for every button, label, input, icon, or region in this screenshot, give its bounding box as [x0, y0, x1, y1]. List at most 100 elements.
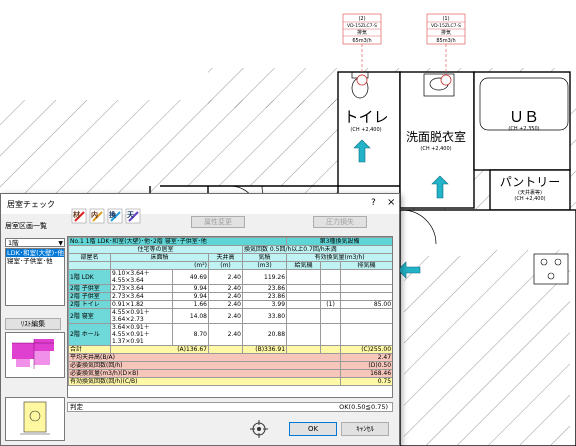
table-row: 2階 トイレ 0.91×1.82 1.66 2.40 3.99 (1) 85.00 [68, 300, 392, 309]
summary-value: 0.75 [340, 377, 392, 386]
cell-formula: 2.73×3.64 [110, 284, 173, 293]
cell-exhaust-no [320, 308, 342, 324]
cell-ceiling: 2.40 [208, 323, 243, 346]
header-exhaust: 排気機 [340, 261, 392, 270]
attr-change-button[interactable]: 属性変更 [191, 216, 245, 228]
cell-room: 1階 LDK [68, 269, 111, 285]
cell-ceiling: 2.40 [208, 269, 243, 285]
floor-select-value: 1階 [8, 239, 19, 247]
cell-area: 49.69 [172, 269, 209, 285]
cell-exhaust-no [320, 292, 342, 301]
cancel-button[interactable]: ｷｬﾝｾﾙ [341, 422, 389, 436]
cell-supply [286, 292, 322, 301]
cell-volume: 20.88 [241, 323, 288, 346]
method-label: 第3種換気設備 [286, 237, 392, 246]
room-label-pantry: パントリー [500, 175, 561, 189]
svg-text:材: 材 [72, 210, 80, 219]
room-list-label: 居室区画一覧 [5, 222, 47, 230]
cell-volume: 3.99 [241, 300, 288, 309]
vent-tag-1: (1) VD-15ZLC7-S 排気 85m3/h [426, 13, 466, 45]
unit-area: (m²) [110, 261, 209, 270]
vent-2-num: (2) [358, 16, 365, 22]
close-icon[interactable]: × [387, 197, 395, 208]
room-ch-toilet: (CH +2,400) [350, 127, 381, 133]
total-volume: (B)336.91 [241, 345, 288, 354]
list-edit-button[interactable]: ﾘｽﾄ編集 [5, 318, 61, 330]
interior-icon[interactable]: 内 [89, 208, 105, 224]
cell-supply [286, 300, 322, 309]
cell-exhaust-no [320, 284, 342, 293]
cell-exhaust [340, 284, 392, 293]
table-subtitle: 住宅等の居室 [68, 245, 243, 254]
cell-area: 9.94 [172, 292, 209, 301]
vent-2-model: VD-15ZLC7-S [347, 23, 377, 29]
header-supply: 給気機 [286, 261, 322, 270]
unit-ceiling: (m) [208, 261, 243, 270]
header-room: 部屋名 [68, 253, 111, 262]
judge-value: OK(0.50≦0.75) [339, 403, 388, 411]
vent-1-type: 排気 [441, 29, 451, 36]
ventilation-icon[interactable]: 換 [107, 208, 123, 224]
cell-room: 2階 寝室 [68, 308, 111, 324]
pressure-loss-button[interactable]: 圧力損失 [313, 216, 367, 228]
ceiling-icon[interactable]: 天 [125, 208, 141, 224]
cell-exhaust-no: (1) [320, 300, 342, 309]
cell-volume: 119.26 [241, 269, 288, 285]
room-ch-washroom: (CH +2,400) [420, 146, 451, 152]
cell-room: 2階 子供室 [68, 292, 111, 301]
header-effective: 有効換気量(m3/h) [286, 253, 392, 262]
room-label-toilet: トイレ [343, 108, 388, 126]
cell-ceiling: 2.40 [208, 308, 243, 324]
cell-area: 14.08 [172, 308, 209, 324]
summary-label: 必要換気量(m3/h)(D×B) [68, 369, 342, 378]
cell-ceiling: 2.40 [208, 284, 243, 293]
cell-area: 9.94 [172, 284, 209, 293]
cell-formula: 4.55×0.91＋ 3.64×2.73 [110, 308, 173, 324]
vent-1-flow: 85m3/h [436, 38, 455, 44]
chevron-down-icon: ▼ [58, 240, 63, 247]
room-list-item[interactable]: LDK･和室(大壁)･他 [6, 249, 64, 257]
cell-exhaust [340, 292, 392, 301]
target-icon[interactable] [249, 420, 269, 438]
floor-select[interactable]: 1階 ▼ [5, 238, 65, 247]
summary-row: 平均天井高(B/A) 2.47 [68, 353, 392, 362]
header-ceiling: 天井高 [208, 253, 243, 262]
vent-tag-2: (2) VD-15ZLC7-S 排気 65m3/h [342, 13, 382, 45]
dialog-title: 居室チェック [7, 200, 55, 209]
total-exhaust: (C)255.00 [340, 345, 392, 354]
summary-row: 有効換気回数(回/h)(C/B) 0.75 [68, 377, 392, 386]
cell-volume: 33.80 [241, 308, 288, 324]
room-ch-ub: (CH +2,350) [508, 126, 539, 132]
room-list-item[interactable]: 寝室･子供室･他 [6, 257, 64, 265]
dialog-titlebar[interactable]: 居室チェック ? × [1, 194, 399, 214]
vent-2-type: 排気 [357, 29, 367, 36]
cell-formula: 9.10×3.64＋ 4.55×3.64 [110, 269, 173, 285]
cell-ceiling: 2.40 [208, 300, 243, 309]
total-label: 合計 [68, 345, 111, 354]
floor-thumbnail [5, 332, 65, 378]
ok-button[interactable]: OK [289, 422, 337, 436]
help-icon[interactable]: ? [371, 198, 376, 208]
cell-exhaust [340, 308, 392, 324]
room-ch-pantry-2: (CH +2,400) [514, 196, 545, 202]
summary-value: 168.46 [340, 369, 392, 378]
cell-supply [286, 323, 322, 346]
summary-row: 必要換気回数(回/h) (D)0.50 [68, 361, 392, 370]
material-icon[interactable]: 材 [71, 208, 87, 224]
room-label-washroom: 洗面脱衣室 [406, 129, 466, 144]
summary-label: 有効換気回数(回/h)(C/B) [68, 377, 342, 386]
cell-formula: 3.64×0.91＋ 4.55×0.91＋ 1.37×0.91 [110, 323, 173, 346]
cell-supply [286, 284, 322, 293]
rate-condition: 換気回数 0.5回/h以上0.7回/h未満 [241, 245, 392, 254]
judge-label: 判定 [70, 403, 83, 411]
svg-text:天: 天 [127, 211, 135, 219]
cell-supply [286, 308, 322, 324]
table-title: No.1 1階 LDK･和室(大壁)･他･2階 寝室･子供室･他 [68, 237, 288, 246]
vent-1-model: VD-15ZLC7-S [431, 23, 461, 29]
room-ch-pantry: (天井裏等) [518, 189, 542, 196]
cell-volume: 23.86 [241, 284, 288, 293]
cell-exhaust [340, 323, 392, 346]
room-list[interactable]: LDK･和室(大壁)･他 寝室･子供室･他 [5, 248, 65, 306]
cell-volume: 23.86 [241, 292, 288, 301]
cell-room: 2階 子供室 [68, 284, 111, 293]
